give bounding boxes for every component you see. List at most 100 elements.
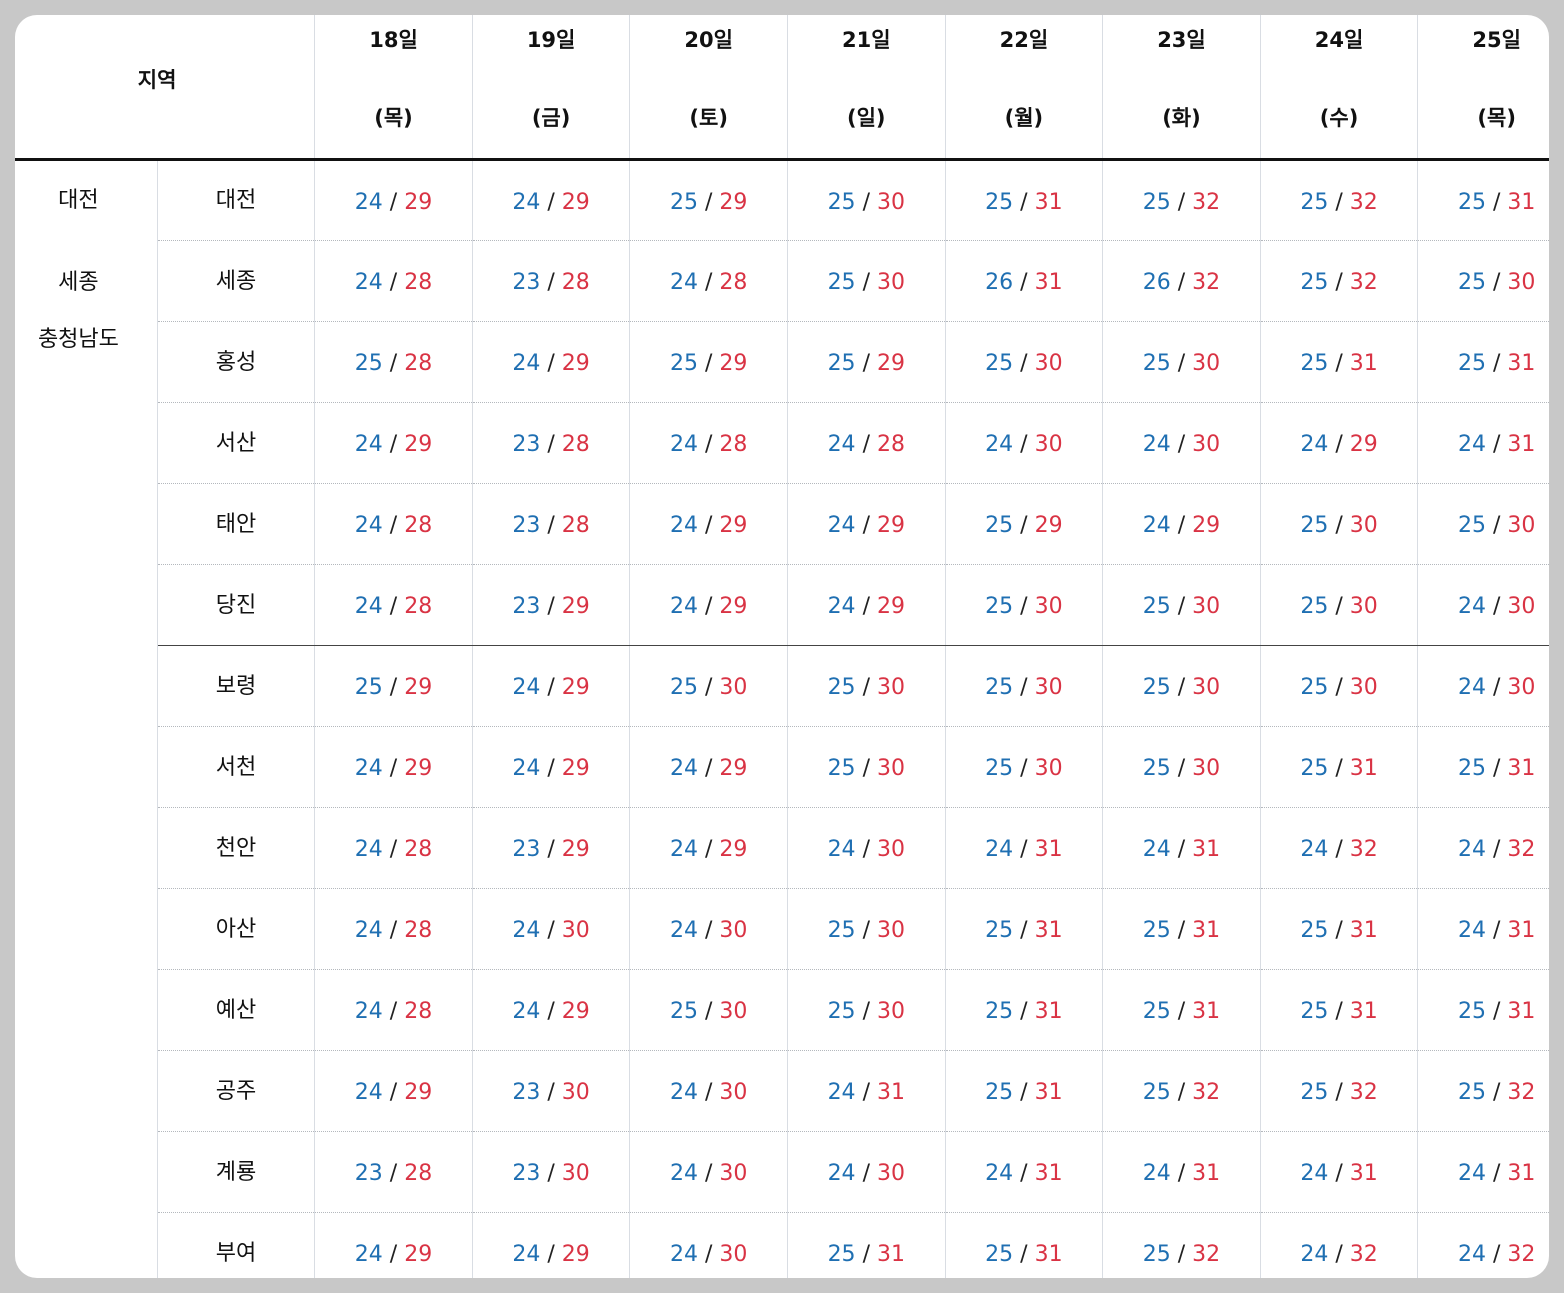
low-temperature: 25 xyxy=(669,189,698,215)
temperature-separator: / xyxy=(1492,432,1501,457)
temperature-separator: / xyxy=(862,999,870,1024)
temperature-separator: / xyxy=(1020,1161,1028,1186)
high-temperature: 30 xyxy=(1349,594,1378,619)
low-temperature: 25 xyxy=(1142,189,1171,215)
temperature-separator: / xyxy=(704,513,713,538)
low-temperature: 25 xyxy=(1300,270,1329,295)
temperature-separator: / xyxy=(1335,756,1343,781)
day-date: 23일 xyxy=(1157,28,1206,52)
high-temperature: 29 xyxy=(876,594,905,619)
temperature-separator: / xyxy=(1335,432,1343,457)
temperature-cell: 24 / 28 xyxy=(314,807,473,889)
low-temperature: 24 xyxy=(1457,1161,1486,1186)
high-temperature: 31 xyxy=(876,1242,905,1267)
low-temperature: 24 xyxy=(827,1161,856,1186)
day-column-header: 23일 (화) xyxy=(1102,15,1261,161)
high-temperature: 30 xyxy=(1192,351,1221,376)
temperature-cell: 25 / 29 xyxy=(787,321,946,403)
high-temperature: 29 xyxy=(561,837,590,862)
table-row: 당진 24 / 28 23 / 29 24 / 29 24 / 29 25 / 30 25 … xyxy=(15,564,1549,646)
temperature-separator: / xyxy=(1177,675,1186,700)
city-name: 세종 xyxy=(157,240,316,322)
low-temperature: 25 xyxy=(1300,675,1329,700)
low-temperature: 25 xyxy=(827,270,856,295)
high-temperature: 31 xyxy=(1349,756,1378,781)
high-temperature: 29 xyxy=(561,351,590,376)
high-temperature: 29 xyxy=(404,1080,433,1105)
temperature-separator: / xyxy=(704,594,713,619)
temperature-cell: 24 / 31 xyxy=(1260,1131,1419,1213)
high-temperature: 32 xyxy=(1349,1242,1378,1267)
high-temperature: 30 xyxy=(876,756,905,781)
table-row: 태안 24 / 28 23 / 28 24 / 29 24 / 29 25 / 29 24 … xyxy=(15,483,1549,565)
temperature-separator: / xyxy=(389,756,398,781)
high-temperature: 28 xyxy=(561,270,590,295)
low-temperature: 24 xyxy=(827,513,856,538)
temperature-cell: 25 / 31 xyxy=(1417,321,1549,403)
temperature-cell: 24 / 31 xyxy=(1417,888,1549,970)
temperature-cell: 24 / 30 xyxy=(629,1131,788,1213)
low-temperature: 24 xyxy=(1142,1161,1171,1186)
low-temperature: 25 xyxy=(827,918,856,943)
high-temperature: 28 xyxy=(404,270,433,295)
temperature-separator: / xyxy=(547,756,555,781)
temperature-cell: 24 / 30 xyxy=(1417,645,1549,727)
temperature-cell: 25 / 29 xyxy=(314,645,473,727)
temperature-separator: / xyxy=(1492,756,1501,781)
high-temperature: 29 xyxy=(561,1242,590,1267)
low-temperature: 25 xyxy=(1457,999,1486,1024)
temperature-cell: 25 / 29 xyxy=(945,483,1104,565)
high-temperature: 28 xyxy=(404,513,433,538)
table-row: 세종 24 / 28 23 / 28 24 / 28 25 / 30 26 / 31 26 … xyxy=(15,240,1549,322)
temperature-cell: 24 / 32 xyxy=(1260,807,1419,889)
low-temperature: 24 xyxy=(669,513,698,538)
temperature-separator: / xyxy=(389,1080,398,1105)
temperature-cell: 25 / 30 xyxy=(787,726,946,808)
temperature-cell: 24 / 28 xyxy=(629,402,788,484)
low-temperature: 25 xyxy=(1457,513,1486,538)
temperature-separator: / xyxy=(1492,837,1501,862)
temperature-cell: 23 / 30 xyxy=(472,1050,631,1132)
temperature-separator: / xyxy=(704,432,713,457)
low-temperature: 24 xyxy=(827,1080,856,1105)
day-column-header: 21일 (일) xyxy=(787,15,946,161)
high-temperature: 32 xyxy=(1349,189,1378,215)
temperature-separator: / xyxy=(1177,270,1186,295)
temperature-cell: 24 / 28 xyxy=(314,969,473,1051)
high-temperature: 32 xyxy=(1192,189,1221,215)
temperature-separator: / xyxy=(704,999,713,1024)
temperature-cell: 24 / 29 xyxy=(472,726,631,808)
temperature-separator: / xyxy=(1020,675,1028,700)
low-temperature: 24 xyxy=(354,513,383,538)
temperature-cell: 24 / 29 xyxy=(472,969,631,1051)
temperature-separator: / xyxy=(1177,918,1186,943)
temperature-cell: 24 / 29 xyxy=(314,1050,473,1132)
temperature-separator: / xyxy=(1335,1242,1343,1267)
temperature-cell: 24 / 29 xyxy=(314,1212,473,1278)
low-temperature: 25 xyxy=(985,999,1014,1024)
high-temperature: 30 xyxy=(719,1080,748,1105)
high-temperature: 30 xyxy=(719,918,748,943)
region-column-header: 지역 xyxy=(15,15,316,161)
temperature-separator: / xyxy=(1020,837,1028,862)
low-temperature: 25 xyxy=(1300,513,1329,538)
temperature-cell: 24 / 29 xyxy=(472,159,631,241)
city-name: 서산 xyxy=(157,402,316,484)
temperature-separator: / xyxy=(704,756,713,781)
day-date: 24일 xyxy=(1314,28,1364,52)
temperature-separator: / xyxy=(1492,999,1501,1024)
temperature-separator: / xyxy=(389,513,398,538)
temperature-separator: / xyxy=(547,432,555,457)
temperature-separator: / xyxy=(862,513,870,538)
temperature-separator: / xyxy=(389,1242,398,1267)
temperature-cell: 25 / 31 xyxy=(945,1212,1104,1278)
temperature-cell: 25 / 30 xyxy=(945,645,1104,727)
temperature-separator: / xyxy=(389,675,398,700)
temperature-cell: 25 / 31 xyxy=(1102,888,1261,970)
high-temperature: 29 xyxy=(719,189,748,215)
temperature-separator: / xyxy=(862,756,870,781)
temperature-cell: 25 / 30 xyxy=(1102,321,1261,403)
low-temperature: 24 xyxy=(669,918,698,943)
temperature-cell: 23 / 29 xyxy=(472,564,631,646)
high-temperature: 30 xyxy=(876,270,905,295)
